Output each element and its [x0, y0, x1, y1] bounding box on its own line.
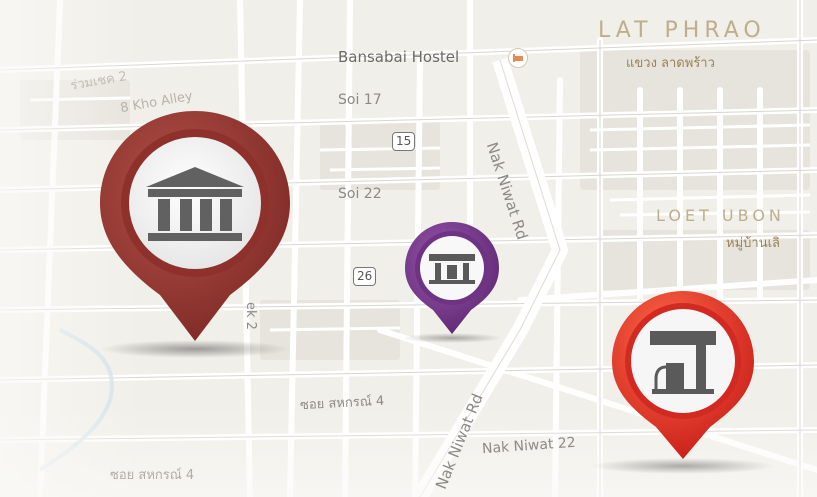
- street-label-soi-17: Soi 17: [338, 92, 382, 108]
- street-label-sahakorn-4-mid: ซอย สหกรณ์ 4: [299, 393, 385, 414]
- poi-label-bansabai-hostel[interactable]: Bansabai Hostel: [338, 48, 459, 66]
- bank-icon: [142, 163, 248, 245]
- route-shield-26: 26: [353, 267, 377, 286]
- map-pin-gas-station[interactable]: [395, 218, 510, 346]
- district-label-loet-ubon: LOET UBON: [656, 206, 785, 225]
- map-pin-bank[interactable]: [90, 105, 300, 365]
- district-thai-label-lat-phrao: แขวง ลาดพร้าว: [626, 56, 715, 71]
- street-label-soi-22: Soi 22: [338, 186, 382, 202]
- district-label-lat-phrao: LAT PHRAO: [598, 18, 766, 43]
- fuel-pump-icon: [646, 327, 720, 397]
- street-label-sahakorn-4-bottom: ซอย สหกรณ์ 4: [110, 468, 195, 483]
- map-pin-fuel-pump[interactable]: [588, 283, 778, 478]
- hotel-icon[interactable]: [508, 48, 528, 68]
- route-shield-15: 15: [392, 132, 416, 151]
- map-view[interactable]: LAT PHRAO แขวง ลาดพร้าว LOET UBON หมู่บ้…: [0, 0, 817, 497]
- gas-station-icon: [427, 250, 477, 286]
- district-thai-label-loet-ubon: หมู่บ้านเลิ: [726, 236, 780, 251]
